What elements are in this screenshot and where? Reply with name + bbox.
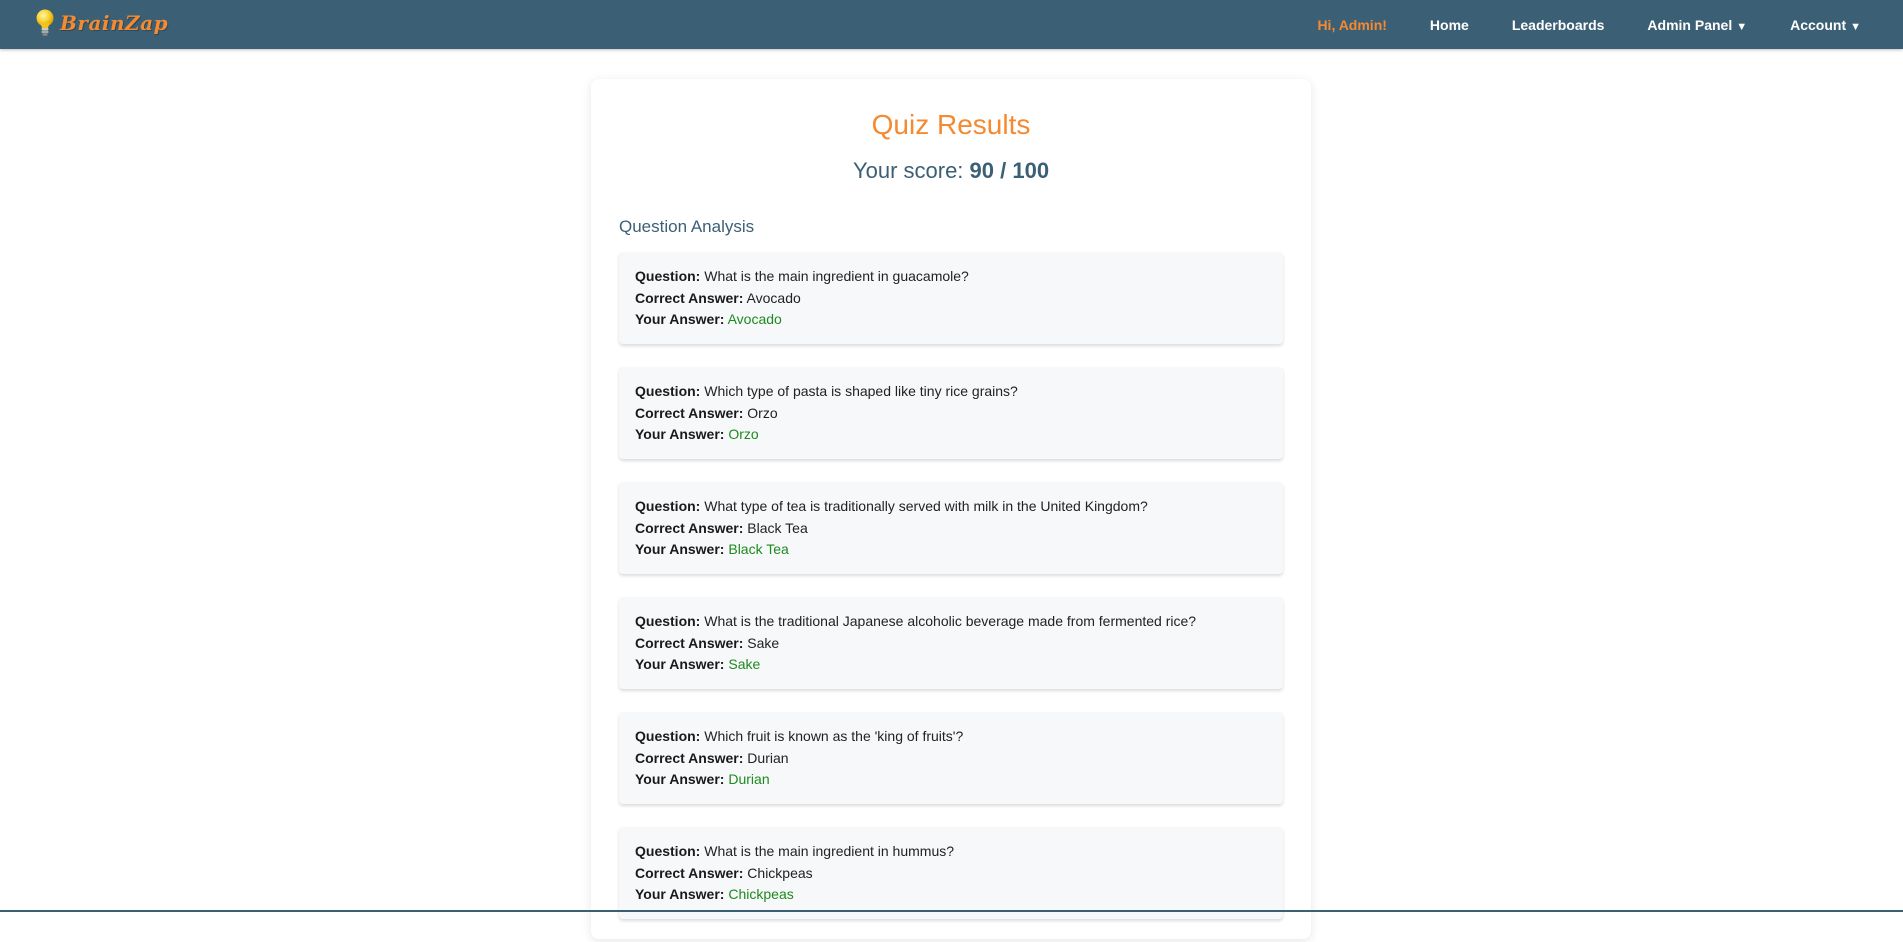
question-row: Your Answer: Orzo <box>635 424 1267 446</box>
quiz-results-card: Quiz Results Your score: 90 / 100 Questi… <box>591 79 1311 939</box>
question-analysis-heading: Question Analysis <box>619 217 755 236</box>
question-row: Question: What is the main ingredient in… <box>635 266 1267 288</box>
admin-panel-label: Admin Panel <box>1647 16 1733 33</box>
correct-answer-text: Chickpeas <box>747 864 813 881</box>
field-label: Correct Answer: <box>635 404 744 421</box>
your-answer-text: Avocado <box>727 311 782 327</box>
field-label: Question: <box>635 728 701 744</box>
question-row: Correct Answer: Black Tea <box>635 518 1267 540</box>
question-row: Question: What is the traditional Japane… <box>635 611 1267 633</box>
your-answer-text: Black Tea <box>728 541 789 557</box>
account-label: Account <box>1790 16 1847 33</box>
top-navbar: BrainZap Hi, Admin! Home Leaderboards Ad… <box>0 0 1903 49</box>
correct-answer-text: Durian <box>747 749 789 766</box>
nav-links: Hi, Admin! Home Leaderboards Admin Panel… <box>1317 0 1861 49</box>
brand-logo[interactable]: BrainZap <box>34 8 168 38</box>
field-label: Your Answer: <box>635 771 725 787</box>
question-row: Question: Which type of pasta is shaped … <box>635 381 1267 403</box>
field-label: Your Answer: <box>635 541 725 557</box>
correct-answer-text: Sake <box>747 634 780 651</box>
field-label: Question: <box>635 843 701 859</box>
question-row: Your Answer: Durian <box>635 769 1267 791</box>
nav-leaderboards-link[interactable]: Leaderboards <box>1512 17 1605 33</box>
question-text: Which fruit is known as the 'king of fru… <box>704 728 964 744</box>
question-result-item: Question: Which fruit is known as the 'k… <box>619 712 1283 804</box>
question-row: Correct Answer: Durian <box>635 748 1267 770</box>
field-label: Correct Answer: <box>635 864 744 881</box>
question-result-item: Question: What is the main ingredient in… <box>619 827 1283 919</box>
field-label: Correct Answer: <box>635 749 744 766</box>
greeting-text: Hi, Admin! <box>1317 16 1387 33</box>
question-result-item: Question: What is the main ingredient in… <box>619 252 1283 344</box>
field-label: Your Answer: <box>635 311 725 327</box>
caret-down-icon: ▼ <box>1736 20 1748 33</box>
your-answer-text: Sake <box>728 656 761 672</box>
question-row: Question: What type of tea is traditiona… <box>635 496 1267 518</box>
question-row: Your Answer: Sake <box>635 654 1267 676</box>
question-list: Question: What is the main ingredient in… <box>619 252 1283 942</box>
question-row: Correct Answer: Chickpeas <box>635 863 1267 885</box>
brand-name: BrainZap <box>60 11 169 35</box>
your-answer-text: Chickpeas <box>728 886 794 902</box>
question-row: Correct Answer: Orzo <box>635 403 1267 425</box>
question-row: Correct Answer: Avocado <box>635 288 1267 310</box>
question-result-item: Question: What type of tea is traditiona… <box>619 482 1283 574</box>
question-text: Which type of pasta is shaped like tiny … <box>704 383 1018 399</box>
field-label: Your Answer: <box>635 426 725 442</box>
question-text: What is the main ingredient in guacamole… <box>704 268 969 284</box>
nav-home-link[interactable]: Home <box>1430 17 1469 33</box>
your-answer-text: Orzo <box>728 426 759 442</box>
question-text: What is the traditional Japanese alcohol… <box>704 613 1197 629</box>
field-label: Your Answer: <box>635 886 725 902</box>
question-result-item: Question: Which type of pasta is shaped … <box>619 367 1283 459</box>
correct-answer-text: Black Tea <box>747 519 808 536</box>
score-prefix: Your score: <box>852 158 964 183</box>
page-title: Quiz Results <box>871 109 1031 140</box>
caret-down-icon: ▼ <box>1850 20 1861 33</box>
score-value: 90 / 100 <box>969 158 1050 183</box>
field-label: Your Answer: <box>635 656 725 672</box>
question-row: Question: Which fruit is known as the 'k… <box>635 726 1267 748</box>
question-row: Correct Answer: Sake <box>635 633 1267 655</box>
field-label: Correct Answer: <box>635 519 744 536</box>
nav-account-dropdown[interactable]: Account ▼ <box>1790 17 1861 33</box>
question-row: Your Answer: Black Tea <box>635 539 1267 561</box>
question-text: What type of tea is traditionally served… <box>704 498 1148 514</box>
question-row: Question: What is the main ingredient in… <box>635 841 1267 863</box>
field-label: Correct Answer: <box>635 634 744 651</box>
question-text: What is the main ingredient in hummus? <box>704 843 955 859</box>
score-line: Your score: 90 / 100 <box>591 158 1311 184</box>
field-label: Question: <box>635 383 701 399</box>
field-label: Question: <box>635 498 701 514</box>
field-label: Question: <box>635 613 701 629</box>
question-row: Your Answer: Avocado <box>635 309 1267 331</box>
question-row: Your Answer: Chickpeas <box>635 884 1267 906</box>
correct-answer-text: Avocado <box>746 289 801 306</box>
field-label: Correct Answer: <box>635 289 744 306</box>
lightbulb-icon <box>36 9 54 36</box>
nav-admin-panel-dropdown[interactable]: Admin Panel ▼ <box>1647 17 1747 33</box>
field-label: Question: <box>635 268 701 284</box>
correct-answer-text: Orzo <box>747 404 778 421</box>
question-result-item: Question: What is the traditional Japane… <box>619 597 1283 689</box>
your-answer-text: Durian <box>728 771 770 787</box>
